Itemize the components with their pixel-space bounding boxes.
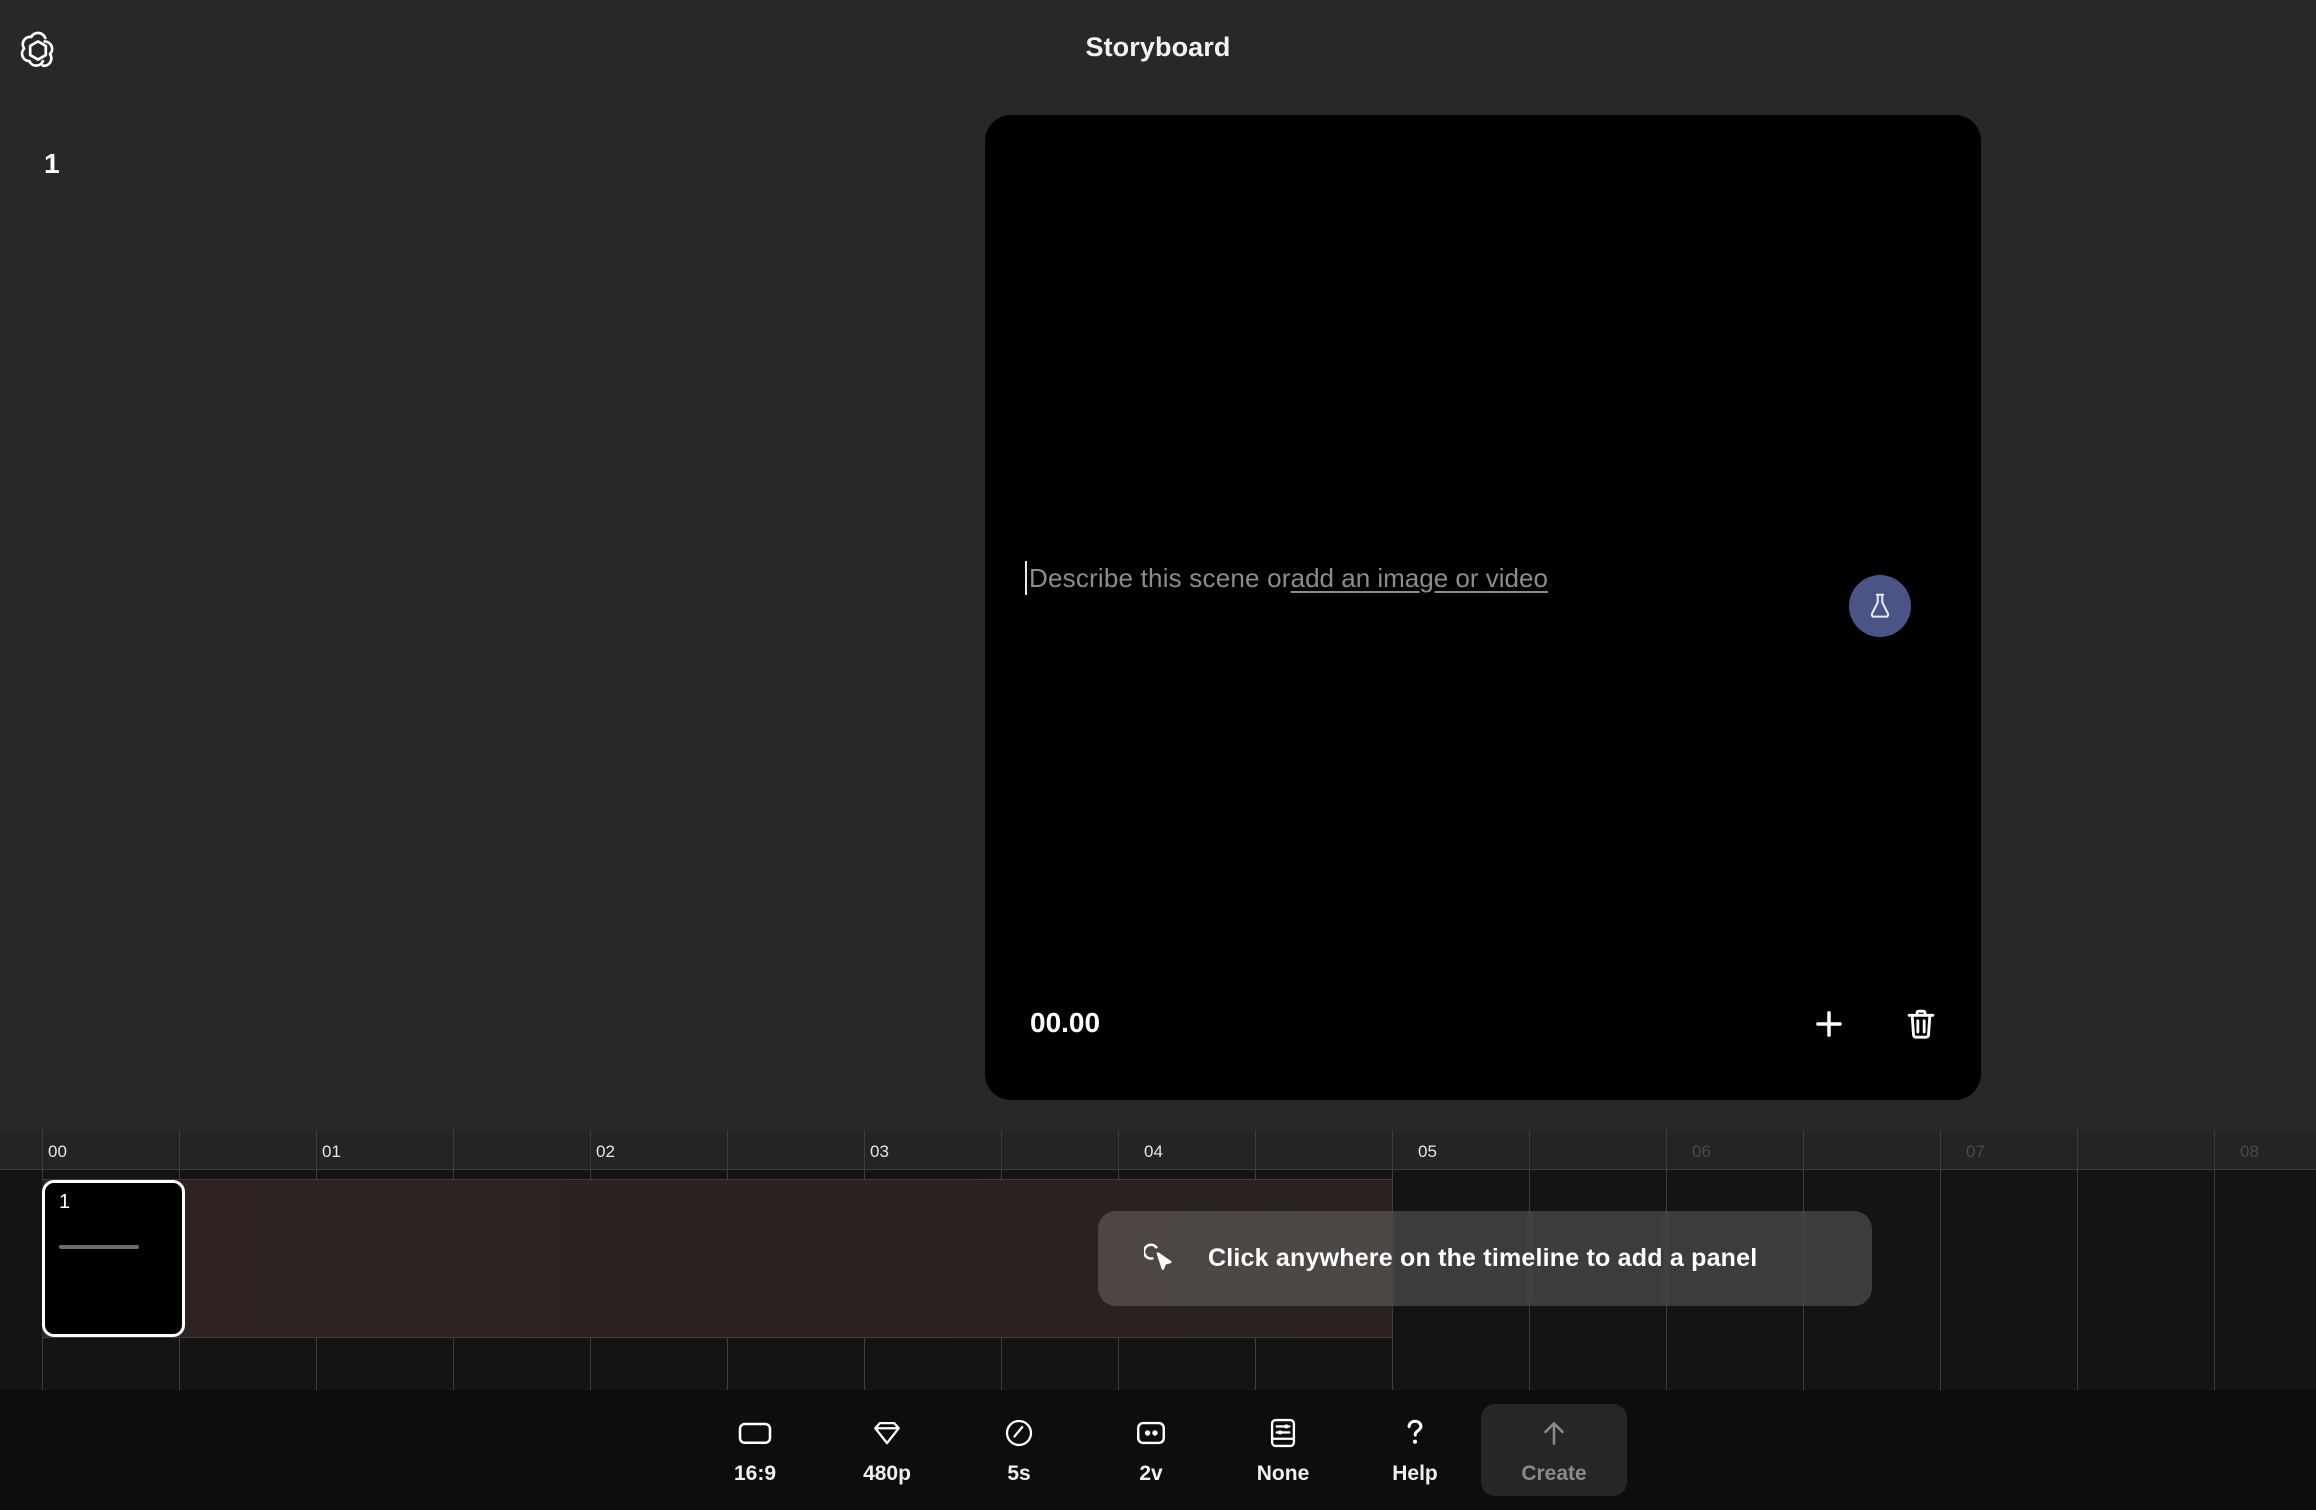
arrow-up-icon: [1538, 1414, 1570, 1452]
help-button-label: Help: [1392, 1462, 1438, 1485]
scene-placeholder-text: Describe this scene or: [1029, 562, 1291, 593]
duration-clock-icon: [1003, 1414, 1035, 1452]
ruler-label-02: 02: [596, 1142, 615, 1161]
timeline-hint-tooltip: Click anywhere on the timeline to add a …: [1098, 1211, 1872, 1306]
duration-button[interactable]: 5s: [953, 1404, 1085, 1496]
ruler-label-03: 03: [870, 1142, 889, 1161]
create-button-label: Create: [1521, 1462, 1587, 1485]
timeline-panel-thumbnail[interactable]: 1: [42, 1180, 185, 1337]
trash-icon[interactable]: [1902, 1005, 1940, 1043]
variations-button-label: 2v: [1139, 1462, 1163, 1485]
preset-button[interactable]: None: [1217, 1404, 1349, 1496]
resolution-gem-icon: [870, 1414, 904, 1452]
scene-footer: 00.00: [1030, 1005, 1940, 1053]
ruler-label-05: 05: [1418, 1142, 1437, 1161]
variations-button[interactable]: 2v: [1085, 1404, 1217, 1496]
ruler-label-07: 07: [1966, 1142, 1985, 1161]
aspect-ratio-button[interactable]: 16:9: [689, 1404, 821, 1496]
create-button[interactable]: Create: [1481, 1404, 1627, 1496]
resolution-button-label: 480p: [863, 1462, 911, 1485]
ruler-label-08: 08: [2240, 1142, 2259, 1161]
track-bottom-edge: [42, 1337, 1392, 1338]
ruler-label-04: 04: [1144, 1142, 1163, 1161]
timeline-gridline: [2077, 1130, 2078, 1390]
timeline-panel-placeholder-line: [59, 1245, 139, 1249]
question-mark-icon: [1401, 1414, 1429, 1452]
preset-button-label: None: [1256, 1462, 1310, 1485]
resolution-button[interactable]: 480p: [821, 1404, 953, 1496]
scene-actions: [1810, 1005, 1940, 1043]
flask-icon[interactable]: [1849, 575, 1911, 637]
bottom-toolbar: 16:9 480p 5s 2v None Help Create: [0, 1390, 2316, 1510]
timeline-gridline: [1940, 1130, 1941, 1390]
add-media-link[interactable]: add an image or video: [1291, 563, 1548, 594]
duration-button-label: 5s: [1007, 1462, 1031, 1485]
help-button[interactable]: Help: [1349, 1404, 1481, 1496]
tooltip-label: Click anywhere on the timeline to add a …: [1208, 1244, 1758, 1272]
variations-icon: [1134, 1414, 1168, 1452]
aspect-ratio-button-label: 16:9: [733, 1462, 777, 1485]
storyboard-app: Storyboard 1 Describe this scene or add …: [0, 0, 2316, 1510]
timeline-panel-number: 1: [59, 1191, 71, 1213]
preset-sliders-icon: [1268, 1414, 1298, 1452]
aspect-ratio-icon: [737, 1414, 773, 1452]
app-header: Storyboard: [0, 0, 2316, 108]
scene-card[interactable]: [985, 115, 1981, 1100]
timeline-gridline: [2214, 1130, 2215, 1390]
scene-description-input[interactable]: Describe this scene or add an image or v…: [1025, 555, 1945, 601]
click-cursor-icon: [1144, 1241, 1180, 1277]
ruler-label-06: 06: [1692, 1142, 1711, 1161]
ruler-label-00: 00: [48, 1142, 67, 1161]
plus-icon[interactable]: [1810, 1005, 1848, 1043]
ruler-label-01: 01: [322, 1142, 341, 1161]
scene-timecode: 00.00: [1030, 1007, 1101, 1038]
text-caret: [1025, 561, 1027, 595]
scene-number: 1: [44, 148, 60, 179]
track-top-edge: [42, 1179, 1392, 1180]
page-title: Storyboard: [1085, 32, 1231, 62]
